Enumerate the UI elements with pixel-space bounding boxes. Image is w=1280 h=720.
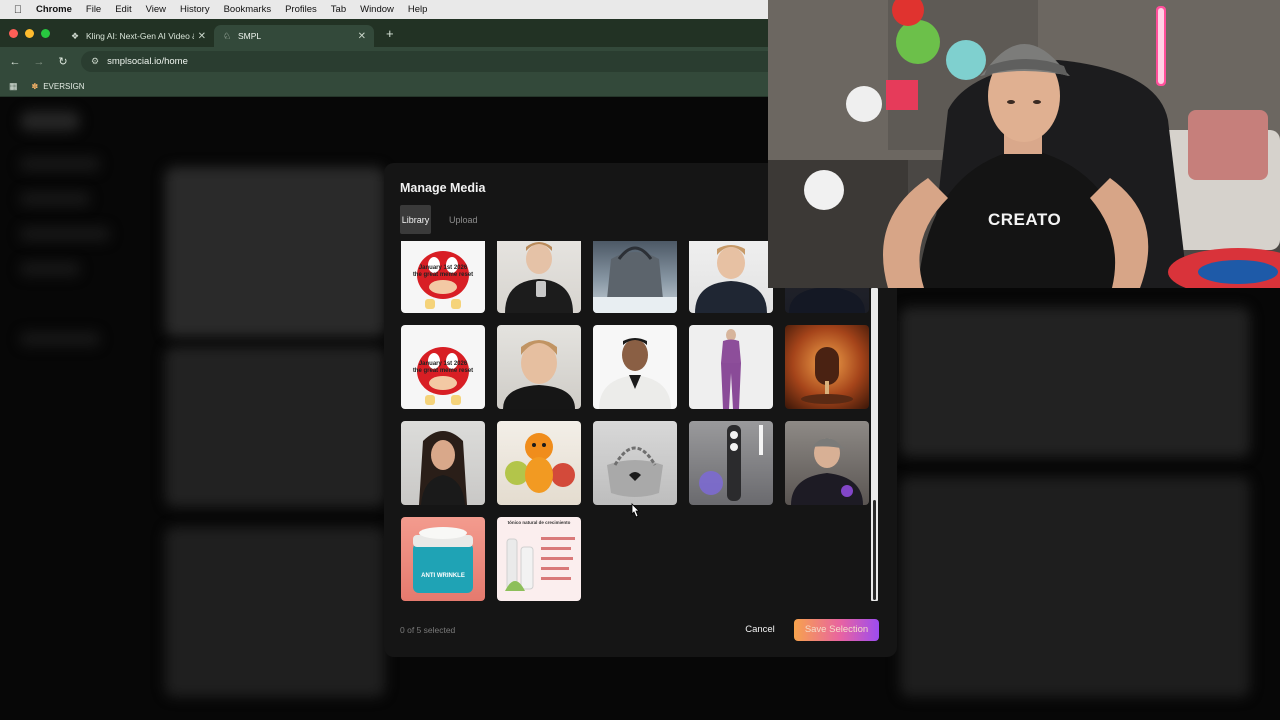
media-thumb-boy-phone[interactable]: [497, 241, 581, 313]
media-thumb-man-cap-hoodie[interactable]: [785, 421, 869, 505]
close-window-button[interactable]: [9, 28, 18, 38]
site-settings-icon[interactable]: ⚙: [91, 56, 99, 67]
tab-library[interactable]: Library: [400, 205, 431, 234]
menu-file[interactable]: File: [86, 4, 101, 15]
media-library-grid: January 1st 2026 the great meme reset Ja…: [400, 241, 870, 601]
address-bar[interactable]: ⚙ smplsocial.io/home: [81, 51, 801, 72]
apple-menu-icon[interactable]: : [0, 4, 36, 16]
shirt-logo-text: CREATO: [988, 210, 1062, 229]
bookmark-eversign-label: EVERSIGN: [43, 81, 85, 91]
menu-window[interactable]: Window: [360, 4, 394, 15]
media-thumb-man-white-jacket[interactable]: [593, 325, 677, 409]
cream-label: ANTI WRINKLE: [421, 573, 465, 579]
media-thumb-knuckles-meme-2[interactable]: January 1st 2026 the great meme reset: [401, 325, 485, 409]
close-tab-icon[interactable]: ✕: [358, 31, 366, 42]
menu-history[interactable]: History: [180, 4, 210, 15]
window-controls: [9, 28, 50, 38]
menu-app-name[interactable]: Chrome: [36, 4, 72, 15]
apps-grid-icon[interactable]: ▦: [9, 81, 18, 92]
media-thumb-purple-outfit[interactable]: [689, 325, 773, 409]
forward-arrow-icon[interactable]: →: [27, 56, 51, 68]
minimize-window-button[interactable]: [25, 28, 34, 38]
back-arrow-icon[interactable]: ←: [3, 56, 27, 68]
media-thumb-anti-wrinkle-cream[interactable]: ANTI WRINKLE: [401, 517, 485, 601]
meme-caption: January 1st 2026 the great meme reset: [412, 265, 474, 278]
new-tab-icon[interactable]: +: [386, 26, 394, 41]
close-tab-icon[interactable]: ✕: [198, 31, 206, 42]
selection-count: 0 of 5 selected: [400, 625, 456, 635]
meme-caption: January 1st 2026 the great meme reset: [412, 361, 474, 374]
zoom-window-button[interactable]: [41, 28, 50, 38]
menu-profiles[interactable]: Profiles: [285, 4, 317, 15]
tab-kling[interactable]: ❖ Kling AI: Next-Gen AI Video & ✕: [62, 25, 214, 47]
tab-smpl[interactable]: ♘ SMPL ✕: [214, 25, 374, 47]
media-thumb-boy-portrait[interactable]: [689, 241, 773, 313]
tab-upload[interactable]: Upload: [449, 205, 478, 234]
screen:  Chrome File Edit View History Bookmark…: [0, 0, 1280, 720]
save-selection-button[interactable]: Save Selection: [794, 619, 879, 641]
media-thumb-knuckles-meme-1[interactable]: January 1st 2026 the great meme reset: [401, 241, 485, 313]
menu-help[interactable]: Help: [408, 4, 428, 15]
menu-edit[interactable]: Edit: [115, 4, 131, 15]
tab-smpl-label: SMPL: [238, 31, 262, 41]
tab-kling-label: Kling AI: Next-Gen AI Video &: [86, 31, 194, 41]
menu-bookmarks[interactable]: Bookmarks: [224, 4, 272, 15]
media-thumb-chocolate-splash[interactable]: [785, 325, 869, 409]
media-thumb-speaker-device[interactable]: [689, 421, 773, 505]
media-thumb-grey-bag-snow[interactable]: [593, 241, 677, 313]
webcam-overlay: CREATO: [768, 0, 1280, 288]
url-text: smplsocial.io/home: [107, 56, 188, 67]
cancel-button[interactable]: Cancel: [736, 619, 784, 641]
media-thumb-woman-portrait[interactable]: [401, 421, 485, 505]
smpl-icon: ♘: [222, 31, 232, 41]
bookmark-eversign[interactable]: ✽ EVERSIGN: [32, 82, 85, 91]
kling-icon: ❖: [70, 31, 80, 41]
mouse-cursor-icon: [631, 503, 640, 518]
media-thumb-boy-closeup[interactable]: [497, 325, 581, 409]
media-thumb-orange-fruit-figure[interactable]: [497, 421, 581, 505]
menu-view[interactable]: View: [146, 4, 166, 15]
modal-tabs: Library Upload: [400, 205, 478, 234]
eversign-icon: ✽: [31, 81, 39, 91]
media-thumb-silver-bag[interactable]: [593, 421, 677, 505]
media-thumb-hair-tonic-infographic[interactable]: tónico natural de crecimiento: [497, 517, 581, 601]
modal-title: Manage Media: [400, 181, 486, 195]
menu-tab[interactable]: Tab: [331, 4, 346, 15]
media-grid-scrollbar-thumb[interactable]: [873, 500, 876, 600]
webcam-feed-illustration: [768, 0, 1280, 288]
reload-icon[interactable]: ↻: [51, 55, 75, 68]
